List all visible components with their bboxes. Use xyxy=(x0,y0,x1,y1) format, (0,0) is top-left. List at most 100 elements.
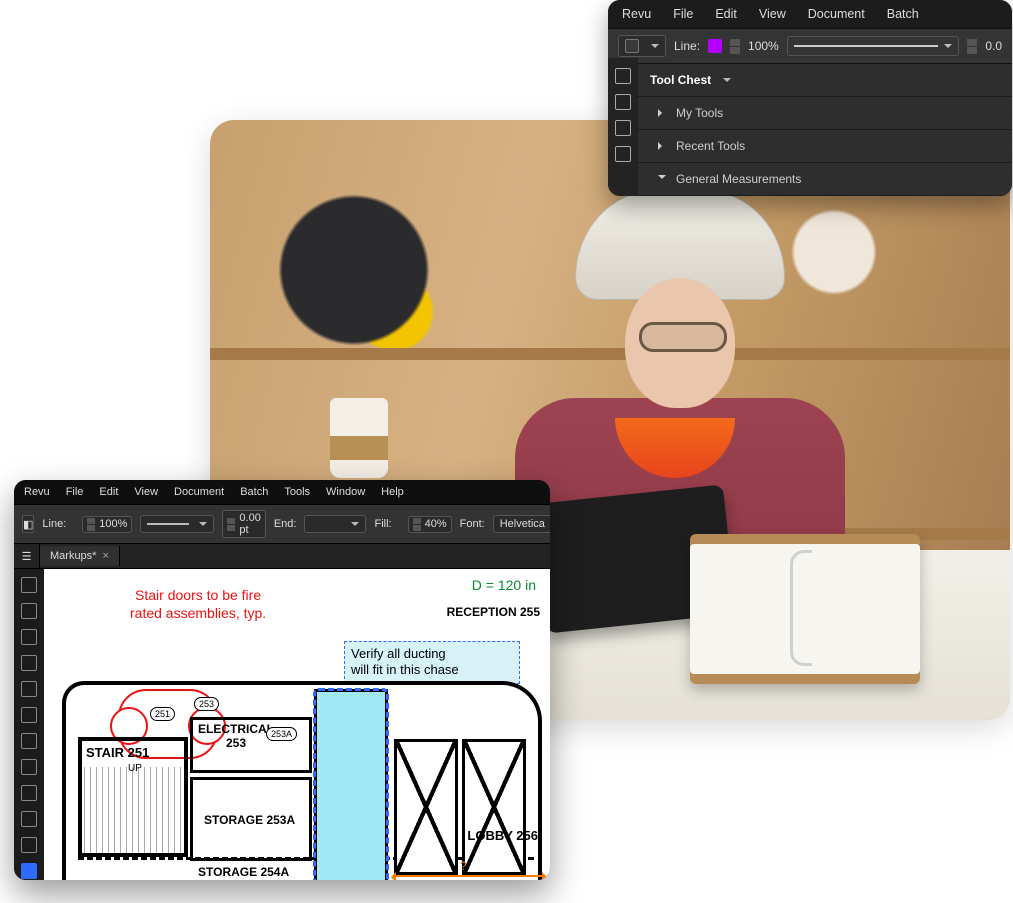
zoom-value: 100% xyxy=(99,518,127,530)
link-icon[interactable] xyxy=(21,655,37,671)
node-general-measurements[interactable]: General Measurements xyxy=(638,163,1012,196)
stroke-weight[interactable]: 0.00 pt xyxy=(222,510,265,538)
chevron-down-icon xyxy=(723,78,731,86)
dimension-unknown: ? xyxy=(460,859,467,873)
menu-batch[interactable]: Batch xyxy=(240,486,268,498)
menu-document[interactable]: Document xyxy=(174,486,224,498)
menu-tools[interactable]: Tools xyxy=(284,486,310,498)
node-label: Recent Tools xyxy=(676,139,745,153)
line-label: Line: xyxy=(674,39,700,53)
tab-markups[interactable]: Markups* × xyxy=(40,546,120,566)
menu-view[interactable]: View xyxy=(134,486,158,498)
transfer-icon[interactable] xyxy=(21,733,37,749)
stroke-style[interactable] xyxy=(140,515,214,533)
pin-icon[interactable] xyxy=(21,707,37,723)
end-style[interactable] xyxy=(304,515,366,533)
gear-icon[interactable] xyxy=(21,629,37,645)
briefcase-icon[interactable] xyxy=(21,681,37,697)
menu-view[interactable]: View xyxy=(759,7,786,21)
grid-icon[interactable] xyxy=(21,603,37,619)
doc-icon[interactable] xyxy=(615,68,631,84)
storage-253a-label: STORAGE 253A xyxy=(204,813,295,827)
storage-254a-label: STORAGE 254A xyxy=(198,865,289,879)
stroke-pt: 0.00 pt xyxy=(239,512,260,536)
bookmark-icon[interactable] xyxy=(615,120,631,136)
menu-edit[interactable]: Edit xyxy=(99,486,118,498)
folder-icon[interactable] xyxy=(21,785,37,801)
layers-icon[interactable] xyxy=(21,759,37,775)
tab-title: Markups* xyxy=(50,550,96,562)
chevron-right-icon xyxy=(658,109,666,117)
font-label: Font: xyxy=(460,518,485,530)
coffee-cup xyxy=(330,398,388,478)
green-dimension: D = 120 in xyxy=(472,577,536,593)
menu-revu[interactable]: Revu xyxy=(622,7,651,21)
up-label: UP xyxy=(128,763,142,774)
binder-rings xyxy=(790,550,812,666)
top-toolbar: Line: 100% 0.0 xyxy=(608,28,1012,64)
left-tool-strip xyxy=(14,569,44,880)
tool-chest-header[interactable]: Tool Chest xyxy=(638,64,1012,97)
search-icon[interactable] xyxy=(21,837,37,853)
menu-revu[interactable]: Revu xyxy=(24,486,50,498)
dimension-arrow[interactable] xyxy=(394,875,544,877)
doc-icon[interactable] xyxy=(21,577,37,593)
end-label: End: xyxy=(274,518,297,530)
reception-label: RECEPTION 255 xyxy=(447,605,540,619)
verify-callout[interactable]: Verify all ducting will fit in this chas… xyxy=(344,641,520,684)
node-my-tools[interactable]: My Tools xyxy=(638,97,1012,130)
menu-file[interactable]: File xyxy=(66,486,84,498)
top-menubar: Revu File Edit View Document Batch xyxy=(608,0,1012,28)
zoom-field[interactable]: 100% xyxy=(82,516,132,533)
void-box-2 xyxy=(462,739,526,875)
app-menubar: Revu File Edit View Document Batch Tools… xyxy=(14,480,550,504)
tool-chest-title: Tool Chest xyxy=(650,73,711,87)
opacity-field: 0.0 xyxy=(985,39,1002,53)
layers-icon[interactable] xyxy=(615,146,631,162)
stair-label: STAIR 251 xyxy=(86,745,149,760)
lobby-label: LOBBY 256 xyxy=(467,828,538,843)
stroke-style-select[interactable] xyxy=(787,36,960,56)
line-color-swatch[interactable] xyxy=(708,39,722,53)
top-panel: Revu File Edit View Document Batch Line:… xyxy=(608,0,1012,196)
drawing-canvas[interactable]: Stair doors to be fire rated assemblies,… xyxy=(44,569,550,880)
chevron-right-icon xyxy=(658,142,666,150)
cube-tool[interactable] xyxy=(618,35,666,57)
app-window: Revu File Edit View Document Batch Tools… xyxy=(14,480,550,880)
opacity-stepper[interactable] xyxy=(967,39,977,54)
cube-tool[interactable]: ◧ xyxy=(22,515,34,533)
menu-batch[interactable]: Batch xyxy=(887,7,919,21)
tag-253a: 253A xyxy=(266,727,297,741)
fill-opacity-value: 40% xyxy=(425,518,447,530)
node-recent-tools[interactable]: Recent Tools xyxy=(638,130,1012,163)
font-name: Helvetica xyxy=(500,518,545,530)
menu-file[interactable]: File xyxy=(673,7,693,21)
tab-bar: ☰ Markups* × xyxy=(14,544,550,569)
font-select[interactable]: Helvetica xyxy=(493,515,550,533)
tool-chest-panel: Tool Chest My Tools Recent Tools General… xyxy=(638,64,1012,196)
monitor-icon[interactable] xyxy=(21,811,37,827)
chase-highlight[interactable] xyxy=(314,689,388,880)
menu-document[interactable]: Document xyxy=(808,7,865,21)
line-label: Line: xyxy=(42,518,66,530)
zoom-value: 100% xyxy=(748,39,779,53)
void-box-1 xyxy=(394,739,458,875)
fill-label: Fill: xyxy=(374,518,391,530)
stair-treads xyxy=(78,767,188,855)
red-note: Stair doors to be fire rated assemblies,… xyxy=(130,587,266,622)
cloud-icon[interactable] xyxy=(21,863,37,879)
zoom-stepper[interactable] xyxy=(730,39,740,54)
tag-253: 253 xyxy=(194,697,219,711)
grid-icon[interactable] xyxy=(615,94,631,110)
node-label: General Measurements xyxy=(676,172,801,186)
fill-opacity[interactable]: 40% xyxy=(408,516,452,533)
chevron-down-icon xyxy=(658,175,666,183)
menu-edit[interactable]: Edit xyxy=(715,7,737,21)
electrical-label: ELECTRICAL 253 xyxy=(198,723,274,751)
tag-251: 251 xyxy=(150,707,175,721)
thumbnails-icon[interactable]: ☰ xyxy=(14,544,40,568)
app-toolbar: ◧ Line: 100% 0.00 pt End: Fill: 40% Font… xyxy=(14,504,550,544)
menu-window[interactable]: Window xyxy=(326,486,365,498)
menu-help[interactable]: Help xyxy=(381,486,404,498)
close-icon[interactable]: × xyxy=(102,550,108,562)
